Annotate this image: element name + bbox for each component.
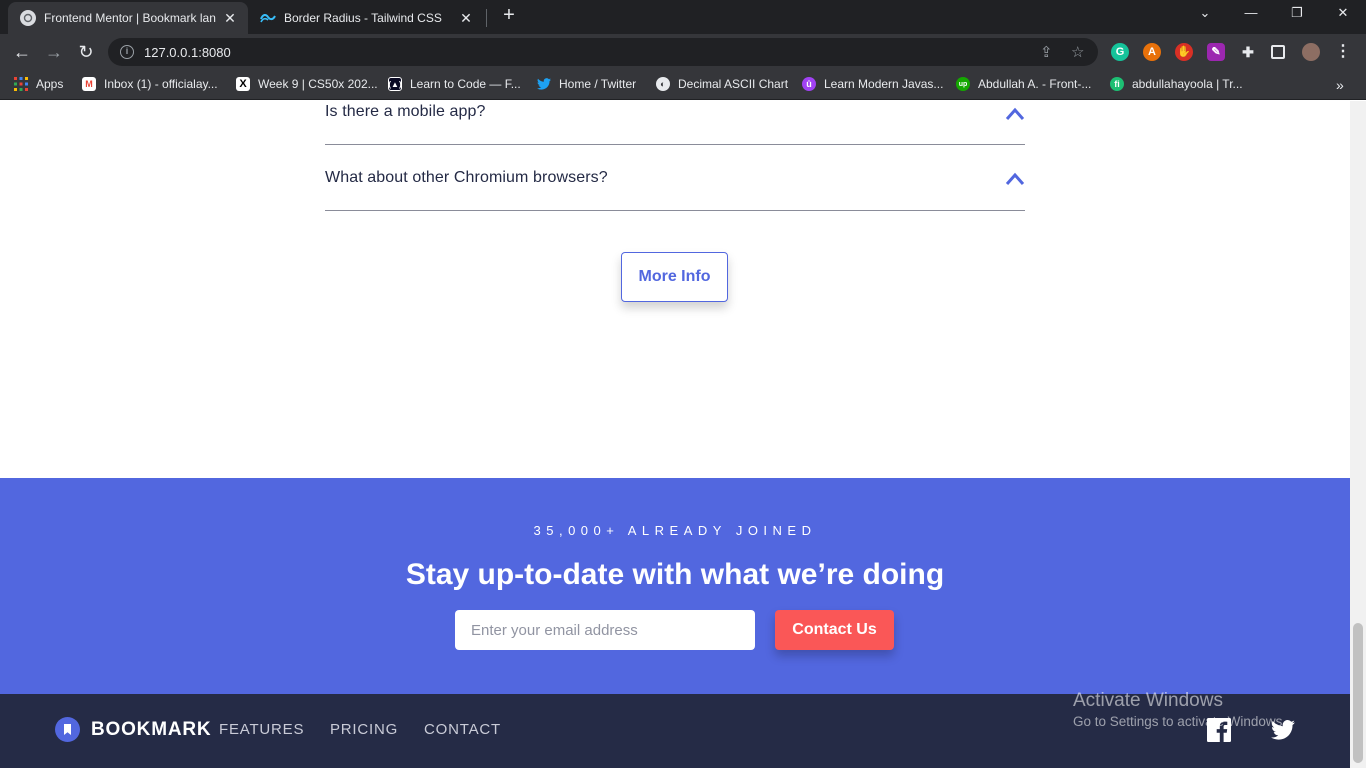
bookmark-label: Learn Modern Javas... xyxy=(824,77,944,91)
tab-close-icon[interactable]: ✕ xyxy=(458,10,474,27)
javascript-icon: û xyxy=(802,77,816,91)
fiverr-icon: fi xyxy=(1110,77,1124,91)
bookmark-label: Week 9 | CS50x 202... xyxy=(258,77,378,91)
newsletter-heading: Stay up-to-date with what we’re doing xyxy=(405,558,945,591)
gmail-icon: M xyxy=(82,77,96,91)
restore-icon[interactable]: ❐ xyxy=(1287,5,1307,21)
logo-wordmark: BOOKMARK xyxy=(91,718,212,740)
browser-tab-strip: Frontend Mentor | Bookmark lan ✕ Border … xyxy=(0,0,1366,34)
new-tab-button[interactable]: + xyxy=(498,4,520,30)
watermark-subtitle: Go to Settings to activate Windows. xyxy=(1073,714,1287,729)
bookmark-freecodecamp[interactable]: (▲) Learn to Code — F... xyxy=(388,77,521,91)
chevron-up-icon[interactable] xyxy=(1005,172,1025,186)
tab-search-icon[interactable]: ⌄ xyxy=(1195,5,1215,21)
bookmark-label: Learn to Code — F... xyxy=(410,77,521,91)
minimize-icon[interactable]: — xyxy=(1241,5,1261,20)
address-bar[interactable]: i 127.0.0.1:8080 ⇪ ☆ xyxy=(108,38,1098,66)
tab-title: Frontend Mentor | Bookmark lan xyxy=(44,11,216,25)
freecodecamp-icon: (▲) xyxy=(388,77,402,91)
faq-question: What about other Chromium browsers? xyxy=(325,169,608,186)
twitter-icon xyxy=(537,77,551,91)
email-input[interactable] xyxy=(455,610,755,650)
windows-activation-watermark: Activate Windows Go to Settings to activ… xyxy=(1073,690,1286,729)
bookmark-label: Decimal ASCII Chart xyxy=(678,77,789,91)
footer-link-contact[interactable]: CONTACT xyxy=(424,721,501,738)
watermark-title: Activate Windows xyxy=(1073,690,1223,711)
bookmarks-bar: Apps M Inbox (1) - officialay... X Week … xyxy=(0,70,1366,100)
bookmark-logo[interactable]: BOOKMARK xyxy=(55,717,211,742)
reload-icon[interactable]: ↻ xyxy=(74,40,98,64)
browser-toolbar: ← → ↻ i 127.0.0.1:8080 ⇪ ☆ G A ✋ ✎ ✚ ⋮ xyxy=(0,34,1366,70)
globe-icon: ◐ xyxy=(656,77,670,91)
profile-avatar[interactable] xyxy=(1302,43,1320,61)
apps-grid-icon xyxy=(14,77,28,91)
extension-orange-icon[interactable]: A xyxy=(1143,43,1161,61)
bookmark-apps[interactable]: Apps xyxy=(14,77,63,91)
faq-item[interactable]: Is there a mobile app? xyxy=(325,101,1025,145)
bookmark-label: Inbox (1) - officialay... xyxy=(104,77,218,91)
x-icon: X xyxy=(236,77,250,91)
bookmark-logo-icon xyxy=(55,717,80,742)
newsletter-section: 35,000+ ALREADY JOINED Stay up-to-date w… xyxy=(0,478,1350,694)
back-icon[interactable]: ← xyxy=(10,40,34,64)
faq-item[interactable]: What about other Chromium browsers? xyxy=(325,145,1025,211)
color-picker-extension-icon[interactable]: ✎ xyxy=(1207,43,1225,61)
bookmark-star-icon[interactable]: ☆ xyxy=(1071,43,1084,61)
share-icon[interactable]: ⇪ xyxy=(1040,43,1053,61)
adblock-extension-icon[interactable]: ✋ xyxy=(1175,43,1193,61)
bookmarks-overflow-button[interactable]: » xyxy=(1336,77,1344,93)
page-scrollbar[interactable] xyxy=(1350,101,1366,768)
extensions-puzzle-icon[interactable]: ✚ xyxy=(1239,43,1257,61)
bookmark-cs50[interactable]: X Week 9 | CS50x 202... xyxy=(236,77,378,91)
grammarly-extension-icon[interactable]: G xyxy=(1111,43,1129,61)
scrollbar-thumb[interactable] xyxy=(1353,623,1363,763)
contact-us-button[interactable]: Contact Us xyxy=(775,610,894,650)
footer-link-features[interactable]: FEATURES xyxy=(219,721,304,738)
bookmark-ascii-chart[interactable]: ◐ Decimal ASCII Chart xyxy=(656,77,788,91)
side-panel-icon[interactable] xyxy=(1271,45,1285,59)
bookmark-inbox[interactable]: M Inbox (1) - officialay... xyxy=(82,77,218,91)
url-text: 127.0.0.1:8080 xyxy=(144,44,231,60)
tab-tailwind[interactable]: Border Radius - Tailwind CSS ✕ xyxy=(248,2,484,34)
tab-close-icon[interactable]: ✕ xyxy=(222,10,238,27)
bookmark-label: Apps xyxy=(36,77,64,91)
tab-frontend-mentor[interactable]: Frontend Mentor | Bookmark lan ✕ xyxy=(8,2,248,34)
bookmark-label: Home / Twitter xyxy=(559,77,637,91)
joined-count-text: 35,000+ ALREADY JOINED xyxy=(533,523,817,538)
forward-icon[interactable]: → xyxy=(42,40,66,64)
bookmark-label: Abdullah A. - Front-... xyxy=(978,77,1092,91)
browser-menu-icon[interactable]: ⋮ xyxy=(1334,43,1352,61)
bookmark-label: abdullahayoola | Tr... xyxy=(1132,77,1243,91)
window-close-icon[interactable]: ✕ xyxy=(1333,5,1353,21)
footer-link-pricing[interactable]: PRICING xyxy=(330,721,398,738)
upwork-icon: up xyxy=(956,77,970,91)
site-info-icon[interactable]: i xyxy=(120,45,134,59)
bookmark-twitter[interactable]: Home / Twitter xyxy=(537,77,636,91)
tab-separator xyxy=(486,9,487,27)
more-info-button[interactable]: More Info xyxy=(621,252,728,302)
bookmark-javascript[interactable]: û Learn Modern Javas... xyxy=(802,77,943,91)
frontend-mentor-favicon-icon xyxy=(20,10,36,26)
bookmark-upwork[interactable]: up Abdullah A. - Front-... xyxy=(956,77,1091,91)
faq-question: Is there a mobile app? xyxy=(325,103,486,120)
bookmark-fiverr[interactable]: fi abdullahayoola | Tr... xyxy=(1110,77,1243,91)
page-viewport: Is there a mobile app? What about other … xyxy=(0,101,1350,768)
tab-title: Border Radius - Tailwind CSS xyxy=(284,11,442,25)
tailwind-favicon-icon xyxy=(260,10,276,26)
chevron-up-icon[interactable] xyxy=(1005,107,1025,121)
